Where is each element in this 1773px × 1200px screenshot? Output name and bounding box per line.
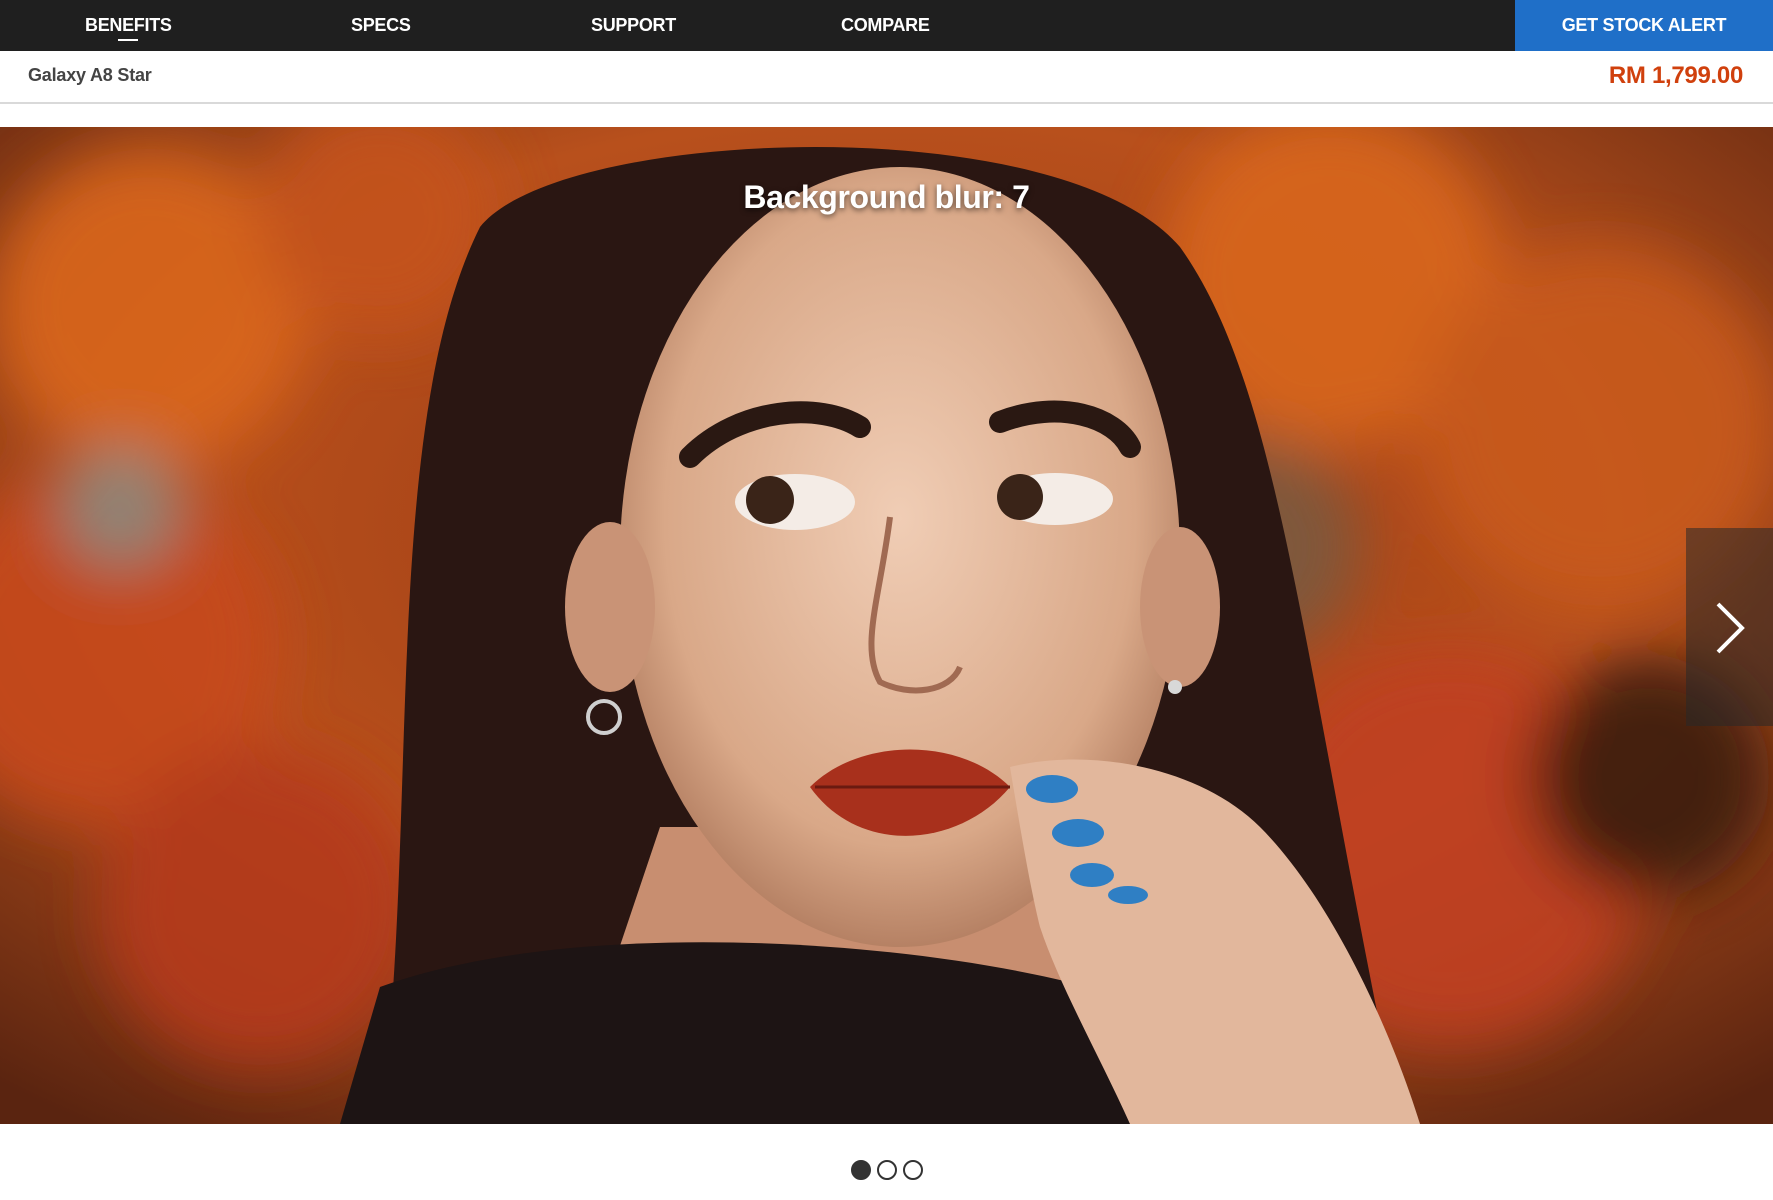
top-nav: BENEFITS SPECS SUPPORT COMPARE GET STOCK… [0,0,1773,51]
hero-caption: Background blur: 7 [743,179,1030,215]
product-bar: Galaxy A8 Star RM 1,799.00 [0,51,1773,104]
next-slide-button[interactable] [1686,528,1773,726]
pagination-dot-3[interactable] [902,1160,923,1180]
tab-support-label: SUPPORT [591,15,676,35]
tab-benefits[interactable]: BENEFITS [85,0,172,51]
tab-benefits-label: BENEFITS [85,15,172,35]
hero-photo [0,127,1773,1124]
tab-compare[interactable]: COMPARE [841,0,930,51]
get-stock-alert-button[interactable]: GET STOCK ALERT [1515,0,1773,51]
pagination-dot-1[interactable] [850,1160,871,1180]
active-tab-indicator [118,39,139,41]
tab-support[interactable]: SUPPORT [591,0,676,51]
carousel-pagination [0,1160,1773,1184]
tab-specs-label: SPECS [351,15,411,35]
chevron-right-icon [1716,602,1745,654]
pagination-dot-2[interactable] [876,1160,897,1180]
product-name: Galaxy A8 Star [28,65,152,85]
product-price: RM 1,799.00 [1608,62,1743,89]
hero-carousel: Background blur: 7 [0,127,1773,1124]
tab-specs[interactable]: SPECS [351,0,411,51]
tab-compare-label: COMPARE [841,15,930,35]
